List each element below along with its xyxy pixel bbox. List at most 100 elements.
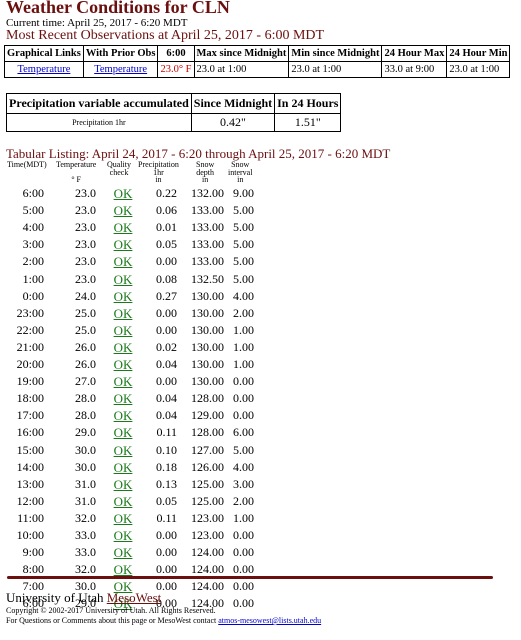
quality-cell: OK bbox=[108, 220, 138, 236]
precip-cell: 0.18 bbox=[156, 459, 177, 474]
snow-interval-cell: 2.00 bbox=[233, 305, 254, 320]
time-cell: 23:00 bbox=[16, 305, 44, 320]
snow-depth-cell: 130.00 bbox=[191, 339, 224, 354]
snow-depth-cell: 123.00 bbox=[191, 510, 224, 525]
time-cell: 8:00 bbox=[22, 562, 44, 577]
snow-depth-cell: 125.00 bbox=[191, 476, 224, 491]
precip-cell: 0.00 bbox=[156, 305, 177, 320]
snow-depth-cell: 133.00 bbox=[191, 254, 224, 269]
quality-ok-link[interactable]: OK bbox=[114, 323, 133, 338]
precip-cell: 0.01 bbox=[156, 220, 177, 235]
snow-depth-cell: 132.50 bbox=[191, 271, 224, 286]
quality-ok-link[interactable]: OK bbox=[114, 477, 133, 492]
footer-divider bbox=[7, 576, 493, 579]
precip-cell: 0.04 bbox=[156, 391, 177, 406]
temperature-cell: 30.0 bbox=[75, 442, 96, 457]
quality-ok-link[interactable]: OK bbox=[114, 425, 133, 440]
precipitation-table: Precipitation variable accumulated Since… bbox=[6, 93, 342, 132]
quality-ok-link[interactable]: OK bbox=[114, 511, 133, 526]
snow-depth-cell: 130.00 bbox=[191, 322, 224, 337]
snow-depth-cell: 130.00 bbox=[191, 357, 224, 371]
quality-cell: OK bbox=[108, 289, 138, 305]
snow-interval-cell: 1.00 bbox=[233, 339, 254, 354]
temperature-cell: 33.0 bbox=[75, 528, 96, 542]
header-24-hour-min: 24 Hour Min bbox=[446, 45, 511, 62]
quality-ok-link[interactable]: OK bbox=[114, 237, 133, 252]
quality-ok-link[interactable]: OK bbox=[114, 562, 133, 577]
mesowest-link[interactable]: MesoWest bbox=[107, 590, 162, 605]
precip-cell: 0.08 bbox=[156, 271, 177, 286]
quality-cell: OK bbox=[108, 477, 138, 493]
temperature-cell: 26.0 bbox=[75, 339, 96, 354]
quality-ok-link[interactable]: OK bbox=[114, 460, 133, 475]
quality-cell: OK bbox=[108, 391, 138, 407]
quality-cell: OK bbox=[108, 545, 138, 561]
quality-ok-link[interactable]: OK bbox=[114, 186, 133, 201]
time-cell: 21:00 bbox=[16, 339, 44, 354]
page-title: Weather Conditions for CLN bbox=[6, 0, 230, 17]
snow-interval-cell: 0.00 bbox=[233, 579, 254, 594]
contact-email-link[interactable]: atmos-mesowest@lists.utah.edu bbox=[218, 616, 321, 625]
quality-ok-link[interactable]: OK bbox=[114, 374, 133, 389]
quality-ok-link[interactable]: OK bbox=[114, 494, 133, 509]
temperature-graph-link[interactable]: Temperature bbox=[17, 64, 70, 75]
header-graphical-links: Graphical Links bbox=[4, 45, 84, 62]
snow-interval-cell: 9.00 bbox=[233, 186, 254, 200]
time-cell: 3:00 bbox=[22, 237, 44, 252]
quality-ok-link[interactable]: OK bbox=[114, 254, 133, 269]
col-header-quality: Quality check bbox=[107, 160, 131, 177]
temperature-cell: 23.0 bbox=[75, 186, 96, 200]
time-cell: 19:00 bbox=[16, 374, 44, 389]
snow-depth-cell: 124.00 bbox=[191, 545, 224, 560]
precip-cell: 0.13 bbox=[156, 476, 177, 491]
quality-ok-link[interactable]: OK bbox=[114, 203, 133, 218]
col-header-snow-depth: Snow depth in bbox=[196, 160, 215, 184]
temperature-cell: 25.0 bbox=[75, 322, 96, 337]
quality-ok-link[interactable]: OK bbox=[114, 408, 133, 423]
time-cell: 11:00 bbox=[17, 510, 44, 525]
precip-cell: 0.00 bbox=[156, 254, 177, 269]
quality-ok-link[interactable]: OK bbox=[114, 443, 133, 458]
precip-24-hours-value: 1.51" bbox=[274, 113, 342, 132]
footer-org: University of Utah MesoWest bbox=[6, 590, 162, 605]
col-header-time: Time(MDT) bbox=[7, 160, 47, 169]
precipitation-data-row: Precipitation 1hr 0.42" 1.51" bbox=[6, 113, 342, 132]
quality-cell: OK bbox=[108, 254, 138, 270]
quality-ok-link[interactable]: OK bbox=[114, 391, 133, 406]
quality-ok-link[interactable]: OK bbox=[114, 306, 133, 321]
snow-depth-cell: 133.00 bbox=[191, 203, 224, 218]
quality-ok-link[interactable]: OK bbox=[114, 545, 133, 560]
snow-depth-cell: 123.00 bbox=[191, 528, 224, 542]
observations-data-row: Temperature Temperature 23.0° F 23.0 at … bbox=[4, 61, 511, 78]
time-cell: 5:00 bbox=[22, 203, 44, 218]
time-cell: 15:00 bbox=[16, 442, 44, 457]
time-cell: 18:00 bbox=[16, 391, 44, 406]
snow-depth-cell: 125.00 bbox=[191, 493, 224, 508]
snow-interval-cell: 0.00 bbox=[233, 596, 254, 611]
quality-cell: OK bbox=[108, 494, 138, 510]
snow-interval-cell: 2.00 bbox=[233, 493, 254, 508]
snow-depth-cell: 130.00 bbox=[191, 288, 224, 303]
quality-ok-link[interactable]: OK bbox=[114, 289, 133, 304]
snow-interval-cell: 0.00 bbox=[233, 408, 254, 423]
quality-ok-link[interactable]: OK bbox=[114, 528, 133, 543]
precip-cell: 0.06 bbox=[156, 203, 177, 218]
snow-interval-cell: 5.00 bbox=[233, 203, 254, 218]
quality-cell: OK bbox=[108, 186, 138, 202]
snow-interval-cell: 0.00 bbox=[233, 374, 254, 389]
time-cell: 6:00 bbox=[22, 186, 44, 200]
snow-depth-cell: 133.00 bbox=[191, 220, 224, 235]
quality-cell: OK bbox=[108, 443, 138, 459]
quality-ok-link[interactable]: OK bbox=[114, 272, 133, 287]
quality-ok-link[interactable]: OK bbox=[114, 340, 133, 355]
snow-interval-cell: 1.00 bbox=[233, 510, 254, 525]
temperature-cell: 23.0 bbox=[75, 271, 96, 286]
snow-interval-cell: 1.00 bbox=[233, 357, 254, 371]
temperature-prior-obs-link[interactable]: Temperature bbox=[94, 64, 147, 75]
precip-cell: 0.00 bbox=[156, 528, 177, 542]
quality-ok-link[interactable]: OK bbox=[114, 357, 133, 372]
max-since-midnight-value: 23.0 at 1:00 bbox=[193, 61, 290, 78]
time-cell: 16:00 bbox=[16, 425, 44, 440]
quality-ok-link[interactable]: OK bbox=[114, 220, 133, 235]
quality-cell: OK bbox=[108, 425, 138, 441]
